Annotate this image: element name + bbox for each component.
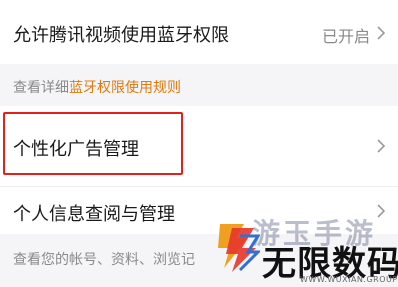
personal-info-title: 个人信息查阅与管理 — [13, 204, 175, 225]
chevron-right-icon — [377, 139, 386, 153]
bluetooth-permission-status: 已开启 — [321, 27, 370, 46]
bluetooth-permission-row[interactable]: 允许腾讯视频使用蓝牙权限 已开启 — [0, 0, 398, 64]
bluetooth-hint: 查看详细蓝牙权限使用规则 — [13, 77, 181, 97]
bluetooth-hint-prefix: 查看详细 — [13, 80, 69, 96]
highlight-box — [3, 112, 183, 175]
bluetooth-rules-link[interactable]: 蓝牙权限使用规则 — [69, 80, 181, 96]
chevron-right-icon — [377, 204, 386, 218]
bluetooth-permission-title: 允许腾讯视频使用蓝牙权限 — [13, 25, 229, 46]
personal-info-hint: 查看您的帐号、资料、浏览记 — [13, 252, 195, 268]
watermark-url: WWW.WUXIAN.GROUP — [300, 275, 398, 284]
watermark-logo-icon — [218, 224, 260, 272]
chevron-right-icon — [377, 26, 386, 40]
bluetooth-hint-band: 查看详细蓝牙权限使用规则 — [0, 64, 398, 106]
